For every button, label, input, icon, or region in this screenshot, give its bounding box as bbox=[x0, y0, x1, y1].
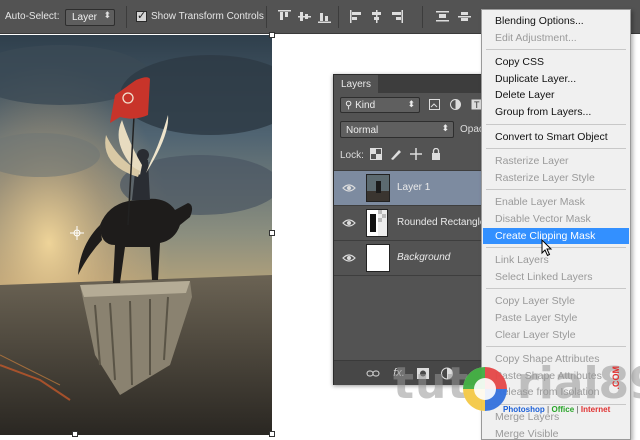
layer-thumbnail bbox=[366, 209, 388, 237]
transform-handle-bottom-right[interactable] bbox=[269, 431, 275, 437]
align-right-edges-icon[interactable] bbox=[390, 10, 403, 23]
layers-tab-bar: Layers bbox=[334, 75, 484, 93]
show-transform-label: Show Transform Controls bbox=[151, 11, 264, 22]
layer-row-rounded-rectangle-1[interactable]: Rounded Rectangle 1 bbox=[334, 206, 494, 241]
checkmark-icon: ✓ bbox=[137, 10, 147, 22]
lock-image-pixels-icon[interactable] bbox=[390, 148, 402, 160]
search-icon: ⚲ bbox=[345, 100, 356, 111]
menu-item-enable-layer-mask: Enable Layer Mask bbox=[495, 196, 585, 209]
layers-list: Layer 1 Rounded Rectangle 1 Background bbox=[334, 170, 494, 360]
mouse-pointer-icon bbox=[541, 238, 553, 257]
knight-artwork-image bbox=[0, 35, 272, 435]
kind-filter-dropdown[interactable]: ⚲ Kind ⬍ bbox=[340, 97, 420, 113]
toolbar-divider bbox=[266, 6, 267, 28]
blend-mode-value: Normal bbox=[346, 125, 379, 136]
eye-icon[interactable] bbox=[342, 252, 356, 264]
menu-item-edit-adjustment: Edit Adjustment... bbox=[495, 31, 577, 44]
layer-row-background[interactable]: Background bbox=[334, 241, 484, 276]
menu-item-select-linked-layers: Select Linked Layers bbox=[495, 270, 593, 283]
transform-handle-right[interactable] bbox=[269, 230, 275, 236]
toolbar-divider bbox=[126, 6, 127, 28]
menu-item-merge-visible: Merge Visible bbox=[495, 427, 559, 440]
align-horizontal-centers-icon[interactable] bbox=[370, 10, 383, 23]
layer-thumbnail bbox=[366, 244, 390, 272]
toolbar-divider bbox=[422, 6, 423, 28]
menu-item-group-from-layers[interactable]: Group from Layers... bbox=[483, 104, 629, 120]
layer-thumbnail bbox=[366, 174, 390, 202]
transform-handle-top-right[interactable] bbox=[269, 32, 275, 38]
align-left-edges-icon[interactable] bbox=[350, 10, 363, 23]
menu-item-delete-layer[interactable]: Delete Layer bbox=[483, 87, 629, 103]
menu-item-disable-vector-mask: Disable Vector Mask bbox=[495, 213, 591, 225]
blend-mode-dropdown[interactable]: Normal ⬍ bbox=[340, 121, 454, 138]
menu-item-link-layers: Link Layers bbox=[495, 254, 549, 267]
distribute-top-icon[interactable] bbox=[436, 10, 449, 23]
watermark-tag-separator: | bbox=[547, 405, 550, 414]
menu-separator bbox=[486, 148, 626, 150]
svg-text:T: T bbox=[474, 100, 480, 110]
link-layers-icon[interactable] bbox=[366, 367, 380, 380]
menu-separator bbox=[486, 346, 626, 348]
transform-reference-point-icon[interactable] bbox=[70, 226, 84, 240]
menu-item-rasterize-layer-style: Rasterize Layer Style bbox=[495, 171, 595, 184]
dropdown-arrows-icon: ⬍ bbox=[441, 123, 449, 133]
menu-separator bbox=[486, 123, 626, 125]
tab-layers[interactable]: Layers bbox=[334, 75, 379, 93]
eye-icon[interactable] bbox=[342, 217, 356, 229]
layer-name: Rounded Rectangle 1 bbox=[397, 217, 494, 228]
layer-name: Layer 1 bbox=[397, 182, 431, 193]
layers-panel: Layers ⚲ Kind ⬍ T Normal ⬍ Opac Lock: La… bbox=[333, 74, 494, 385]
menu-item-clear-layer-style: Clear Layer Style bbox=[495, 328, 576, 341]
menu-item-duplicate-layer[interactable]: Duplicate Layer... bbox=[483, 71, 629, 87]
align-bottom-edges-icon[interactable] bbox=[318, 10, 331, 23]
menu-separator bbox=[486, 49, 626, 51]
distribute-centers-icon[interactable] bbox=[458, 10, 471, 23]
auto-select-value: Layer bbox=[72, 12, 98, 23]
watermark-tag-office: Office bbox=[551, 405, 575, 414]
kind-filter-value: Kind bbox=[355, 100, 376, 111]
watermark-tag-photoshop: Photoshop bbox=[503, 405, 545, 414]
watermark-text-left: tut bbox=[393, 358, 470, 409]
menu-item-blending-options[interactable]: Blending Options... bbox=[483, 13, 629, 29]
eye-icon[interactable] bbox=[342, 182, 356, 194]
watermark-text-right: rial89 bbox=[517, 358, 640, 409]
menu-item-paste-layer-style: Paste Layer Style bbox=[495, 312, 578, 324]
watermark-suffix: .COM bbox=[611, 366, 621, 390]
layer-name: Background bbox=[397, 252, 451, 263]
auto-select-label: Auto-Select: bbox=[5, 11, 60, 22]
dropdown-arrows-icon: ⬍ bbox=[407, 99, 415, 109]
lock-position-icon[interactable] bbox=[410, 148, 422, 160]
menu-separator bbox=[486, 247, 626, 249]
menu-item-copy-css[interactable]: Copy CSS bbox=[483, 54, 629, 70]
lock-transparent-pixels-icon[interactable] bbox=[370, 148, 382, 160]
menu-separator bbox=[486, 288, 626, 290]
align-vertical-centers-icon[interactable] bbox=[298, 10, 311, 23]
filter-pixel-icon[interactable] bbox=[429, 99, 440, 110]
menu-item-rasterize-layer: Rasterize Layer bbox=[495, 155, 569, 168]
auto-select-dropdown[interactable]: Layer ⬍ bbox=[65, 9, 115, 26]
dropdown-arrows-icon: ⬍ bbox=[103, 10, 111, 20]
filter-adjustment-icon[interactable] bbox=[450, 99, 461, 110]
menu-item-copy-layer-style: Copy Layer Style bbox=[495, 295, 575, 308]
watermark-tag-separator: | bbox=[576, 405, 579, 414]
document-image[interactable] bbox=[0, 35, 272, 435]
menu-separator bbox=[486, 189, 626, 191]
transform-handle-bottom[interactable] bbox=[72, 431, 78, 437]
align-top-edges-icon[interactable] bbox=[278, 10, 291, 23]
lock-all-icon[interactable] bbox=[430, 147, 442, 160]
lock-label: Lock: bbox=[340, 150, 364, 161]
watermark-tags: Photoshop | Office | Internet bbox=[503, 405, 610, 414]
layer-row-layer-1[interactable]: Layer 1 bbox=[334, 171, 484, 206]
show-transform-checkbox[interactable]: ✓ bbox=[136, 10, 147, 22]
menu-item-convert-to-smart-object[interactable]: Convert to Smart Object bbox=[483, 129, 629, 145]
tutorial89-watermark: tut rial89 .COM Photoshop | Office | Int… bbox=[393, 358, 640, 420]
menu-item-create-clipping-mask[interactable]: Create Clipping Mask bbox=[483, 227, 629, 244]
toolbar-divider bbox=[338, 6, 339, 28]
watermark-tag-internet: Internet bbox=[580, 405, 611, 414]
